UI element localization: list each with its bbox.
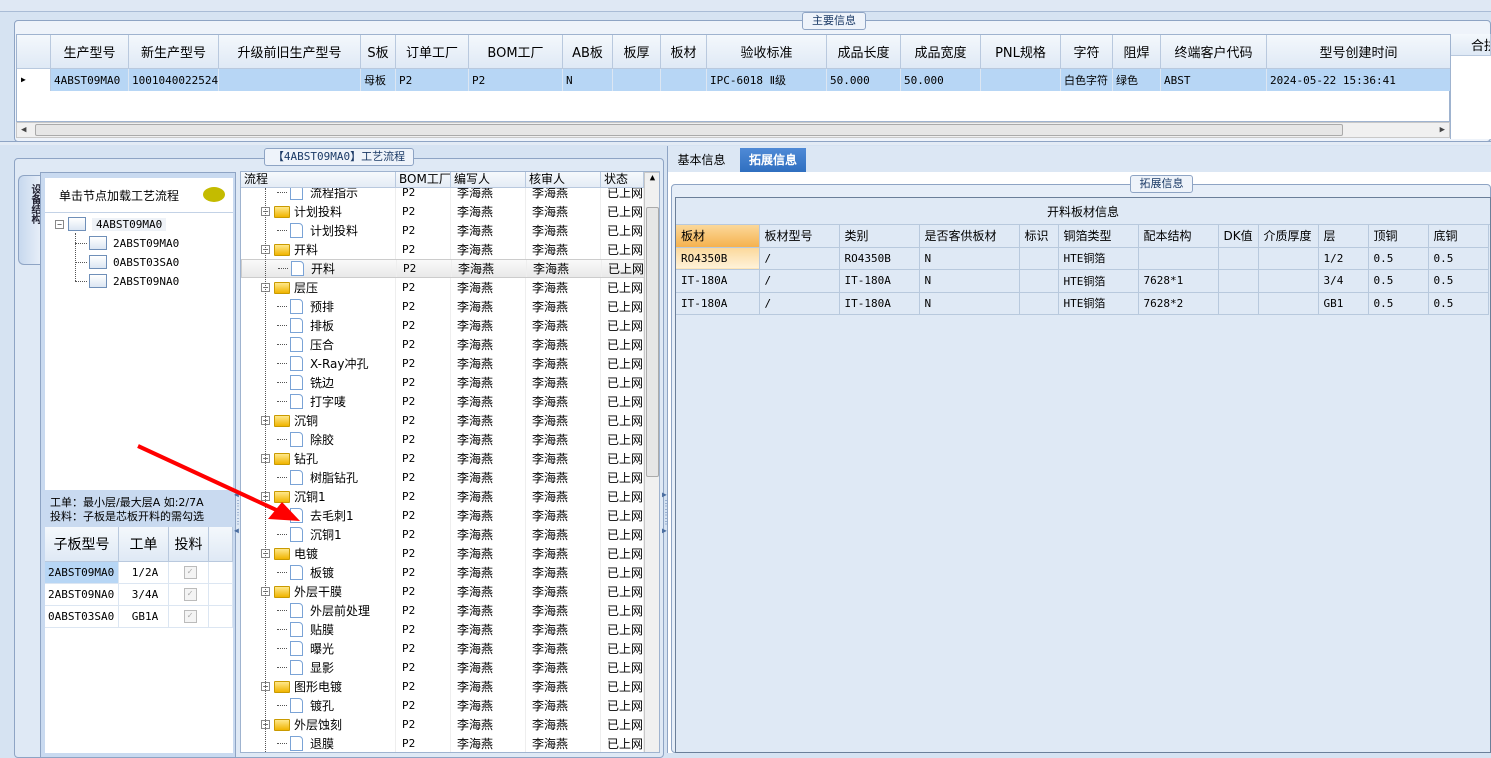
arrow-head <box>268 502 300 521</box>
column-header[interactable]: 编写人 <box>451 172 526 188</box>
arrow-shaft <box>137 444 286 516</box>
column-header[interactable]: 状态 <box>601 172 644 188</box>
annotation-arrow <box>137 444 300 521</box>
column-header[interactable]: BOM工厂 <box>396 172 451 188</box>
column-header[interactable]: 核审人 <box>526 172 601 188</box>
column-header[interactable]: 流程 <box>241 172 396 188</box>
